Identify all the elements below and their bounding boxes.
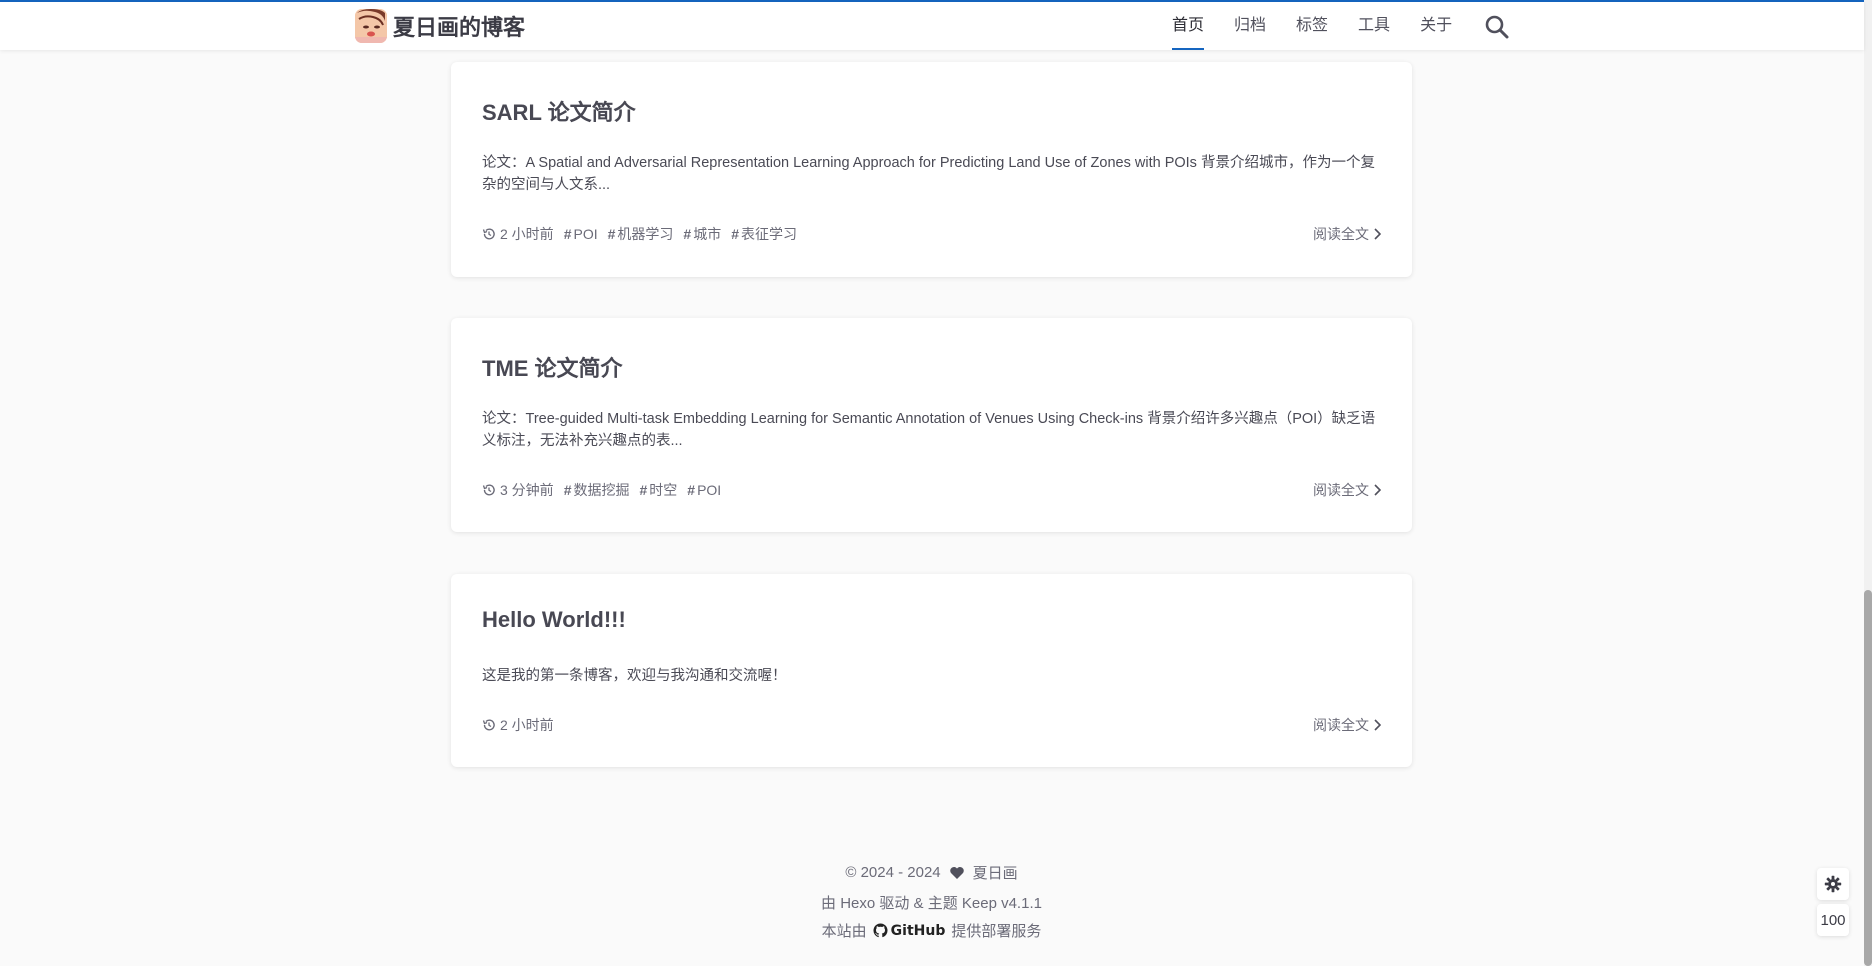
github-logo[interactable]: GitHub (873, 922, 946, 939)
post-time-text: 2 小时前 (500, 717, 554, 733)
powered-text: 由 Hexo 驱动 & 主题 Keep v4.1.1 (821, 895, 1042, 912)
hash-icon: # (563, 482, 572, 498)
nav-archive[interactable]: 归档 (1234, 2, 1266, 50)
footer-powered: 由 Hexo 驱动 & 主题 Keep v4.1.1 (451, 892, 1412, 913)
post-time: 2 小时前 (482, 715, 554, 735)
tag-label: POI (697, 482, 722, 498)
post-time: 2 小时前 (482, 224, 554, 244)
nav-tools[interactable]: 工具 (1358, 2, 1390, 50)
scroll-progress-value: 100 (1820, 911, 1846, 929)
nav-tags[interactable]: 标签 (1296, 2, 1328, 50)
side-tools: 100 (1817, 868, 1849, 940)
site-logo[interactable]: 夏日画的博客 (355, 9, 525, 43)
history-icon (482, 228, 495, 240)
read-more-label: 阅读全文 (1313, 482, 1369, 498)
tag-link[interactable]: # 数据挖掘 (564, 480, 630, 500)
history-icon (482, 484, 495, 496)
read-more-link[interactable]: 阅读全文 (1313, 224, 1381, 244)
read-more-link[interactable]: 阅读全文 (1313, 480, 1381, 500)
tag-link[interactable]: # POI (564, 226, 598, 242)
read-more-label: 阅读全文 (1313, 717, 1369, 733)
post-card: TME 论文简介 论文：Tree-guided Multi-task Embed… (451, 318, 1412, 532)
post-meta: 2 小时前 # POI # 机器学习 # 城市 # 表征学习 (482, 224, 807, 244)
tag-label: 数据挖掘 (573, 482, 630, 498)
footer-copyright: © 2024 - 2024 夏日画 (451, 862, 1412, 883)
post-excerpt: 这是我的第一条博客，欢迎与我沟通和交流喔！ (482, 668, 787, 684)
post-time-text: 3 分钟前 (500, 482, 554, 498)
site-footer: © 2024 - 2024 夏日画 由 Hexo 驱动 & 主题 Keep v4… (451, 862, 1412, 947)
post-title[interactable]: TME 论文简介 (482, 351, 623, 383)
site-header: 夏日画的博客 首页 归档 标签 工具 关于 (0, 2, 1864, 50)
chevron-right-icon (1374, 228, 1381, 240)
post-card: SARL 论文简介 论文：A Spatial and Adversarial R… (451, 62, 1412, 277)
post-title[interactable]: Hello World!!! (482, 607, 626, 633)
search-icon[interactable] (1484, 14, 1510, 40)
nav-about[interactable]: 关于 (1420, 2, 1452, 50)
avatar (355, 9, 387, 43)
footer-author[interactable]: 夏日画 (973, 862, 1018, 883)
tag-link[interactable]: # 城市 (683, 224, 721, 244)
tag-link[interactable]: # 表征学习 (731, 224, 797, 244)
history-icon (482, 719, 495, 731)
hosted-suffix: 提供部署服务 (951, 923, 1042, 940)
github-icon (873, 923, 888, 938)
post-meta: 2 小时前 (482, 715, 564, 735)
hash-icon: # (683, 226, 692, 242)
hash-icon: # (687, 482, 696, 498)
copyright-text: © 2024 - 2024 (845, 864, 941, 881)
tag-link[interactable]: # 机器学习 (608, 224, 674, 244)
read-more-link[interactable]: 阅读全文 (1313, 715, 1381, 735)
settings-button[interactable] (1817, 868, 1849, 900)
post-time-text: 2 小时前 (500, 226, 554, 242)
hash-icon: # (731, 226, 739, 242)
tag-label: 城市 (693, 226, 722, 242)
post-excerpt: 论文：Tree-guided Multi-task Embedding Lear… (482, 411, 1376, 449)
tag-label: 时空 (649, 482, 678, 498)
chevron-right-icon (1374, 719, 1381, 731)
post-card: Hello World!!! 这是我的第一条博客，欢迎与我沟通和交流喔！ 2 小… (451, 574, 1412, 767)
nav-home[interactable]: 首页 (1172, 2, 1205, 50)
post-meta: 3 分钟前 # 数据挖掘 # 时空 # POI (482, 480, 731, 500)
hash-icon: # (607, 226, 616, 242)
site-title: 夏日画的博客 (393, 15, 526, 40)
tag-label: 机器学习 (617, 226, 674, 242)
gear-icon (1824, 875, 1842, 893)
scroll-progress-button[interactable]: 100 (1817, 904, 1849, 936)
hash-icon: # (563, 226, 572, 242)
tag-link[interactable]: # 时空 (639, 480, 677, 500)
main-nav: 首页 归档 标签 工具 关于 (1172, 2, 1482, 50)
github-label: GitHub (890, 922, 946, 939)
tag-label: 表征学习 (741, 226, 797, 242)
tag-label: POI (573, 226, 598, 242)
scrollbar-thumb[interactable] (1864, 590, 1872, 966)
hash-icon: # (639, 482, 648, 498)
tag-link[interactable]: # POI (687, 482, 721, 498)
footer-hosted: 本站由 GitHub 提供部署服务 (451, 920, 1412, 941)
chevron-right-icon (1374, 484, 1381, 496)
post-time: 3 分钟前 (482, 480, 554, 500)
post-title[interactable]: SARL 论文简介 (482, 95, 636, 127)
hosted-prefix: 本站由 (821, 923, 867, 940)
read-more-label: 阅读全文 (1313, 226, 1369, 242)
post-excerpt: 论文：A Spatial and Adversarial Representat… (482, 155, 1375, 193)
heart-icon (949, 866, 964, 879)
